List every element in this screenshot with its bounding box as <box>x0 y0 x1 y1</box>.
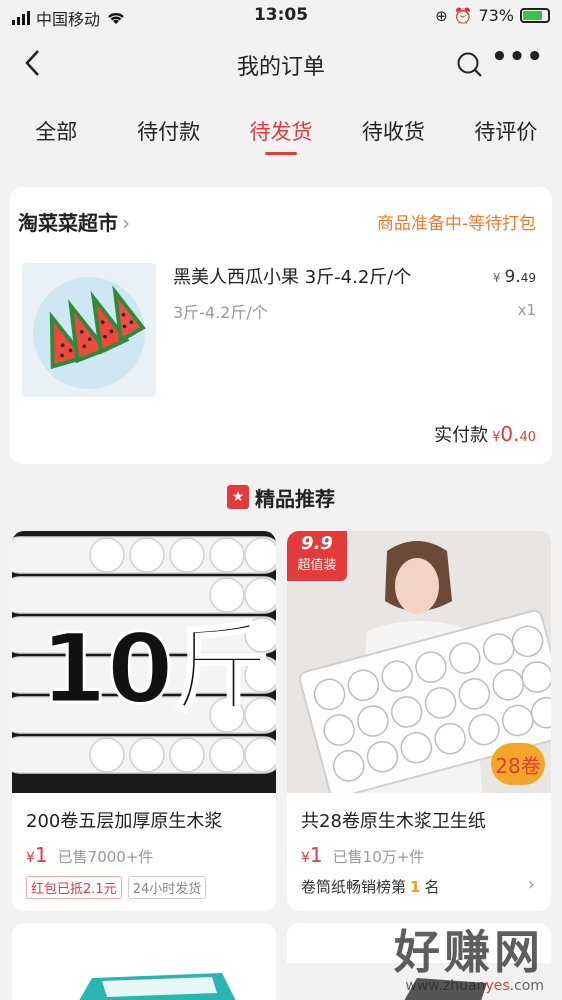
shop-name: 淘菜菜超市 <box>18 211 118 235</box>
shipping-tag: 24小时发货 <box>127 876 207 899</box>
product-thumbnail[interactable] <box>22 263 156 397</box>
product-price: ¥1 <box>26 843 48 867</box>
paid-label: 实付款 <box>434 425 489 446</box>
tab-pending-receipt[interactable]: 待收货 <box>337 106 449 166</box>
product-card[interactable] <box>12 923 276 1000</box>
chevron-right-icon: › <box>122 211 130 235</box>
product-package-image <box>79 973 236 1000</box>
battery-icon <box>520 8 550 23</box>
watermark-title: 好赚网 <box>394 925 544 979</box>
order-status: 商品准备中-等待打包 <box>376 214 536 234</box>
product-name: 黑美人西瓜小果 3斤-4.2斤/个 <box>173 267 412 288</box>
recommend-header: ★ 精品推荐 <box>0 479 562 515</box>
product-image: 10斤 <box>12 531 276 793</box>
product-price: ¥9.49 <box>492 267 536 287</box>
tab-pending-shipment[interactable]: 待发货 <box>225 106 337 166</box>
paid-amount: 实付款 ¥0.40 <box>434 422 536 446</box>
recommend-title: 精品推荐 <box>255 486 335 511</box>
product-title: 共28卷原生木浆卫生纸 <box>301 811 486 832</box>
status-right: ⊕ ⏰ 73% <box>435 6 550 25</box>
price-row: ¥1 已售7000+件 <box>26 843 153 867</box>
product-card[interactable]: 9.9 超值装 28卷 共28卷原生木浆卫生纸 ¥1 已售10万+件 卷筒纸畅销… <box>287 531 551 911</box>
product-tags: 红包已抵2.1元 24小时发货 <box>26 876 207 899</box>
product-image: 9.9 超值装 28卷 <box>287 531 551 793</box>
coupon-tag: 红包已抵2.1元 <box>26 876 122 899</box>
sold-count: 已售10万+件 <box>332 848 425 866</box>
alarm-icon: ⏰ <box>453 6 473 25</box>
tab-pending-review[interactable]: 待评价 <box>450 106 562 166</box>
star-badge-icon: ★ <box>227 485 249 509</box>
price-row: ¥1 已售10万+件 <box>301 843 424 867</box>
more-icon[interactable]: ••• <box>491 42 544 72</box>
product-title: 200卷五层加厚原生木浆 <box>26 811 223 832</box>
nav-bar: 我的订单 ••• <box>0 34 562 94</box>
tab-pending-payment[interactable]: 待付款 <box>112 106 224 166</box>
watermark: 好赚网 www.zhuanyes.com <box>394 916 544 994</box>
ranking-link[interactable]: 卷筒纸畅销榜第 1 名 <box>301 876 439 897</box>
product-image-text: 10斤 <box>39 612 272 727</box>
roll-count-badge: 28卷 <box>491 743 545 785</box>
sold-count: 已售7000+件 <box>57 848 154 866</box>
status-bar: 中国移动 13:05 ⊕ ⏰ 73% <box>0 0 562 34</box>
product-spec: 3斤-4.2斤/个 <box>173 303 268 322</box>
order-tabs: 全部 待付款 待发货 待收货 待评价 <box>0 106 562 166</box>
tab-all[interactable]: 全部 <box>0 106 112 166</box>
battery-percent: 73% <box>478 6 514 25</box>
rotation-lock-icon: ⊕ <box>435 6 448 25</box>
order-card[interactable]: 淘菜菜超市 › 商品准备中-等待打包 黑美人西瓜小果 3斤-4.2斤/个 3斤-4… <box>10 187 552 464</box>
promo-badge: 9.9 超值装 <box>287 531 347 581</box>
watermelon-image <box>33 277 146 389</box>
watermark-url: www.zhuanyes.com <box>405 978 544 994</box>
product-price: ¥1 <box>301 843 323 867</box>
product-quantity: x1 <box>517 301 536 319</box>
chevron-right-icon[interactable]: › <box>528 874 535 895</box>
search-icon[interactable] <box>456 51 484 79</box>
product-card[interactable]: 10斤 200卷五层加厚原生木浆 ¥1 已售7000+件 红包已抵2.1元 24… <box>12 531 276 911</box>
shop-link[interactable]: 淘菜菜超市 › <box>18 207 130 236</box>
